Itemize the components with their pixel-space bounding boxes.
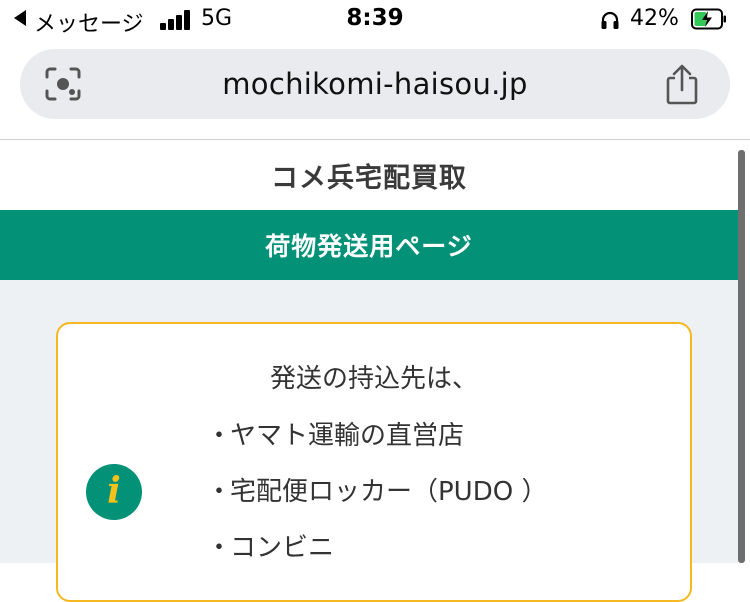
info-heading: 発送の持込先は、 bbox=[269, 364, 478, 394]
battery-percentage: 42% bbox=[630, 6, 679, 31]
site-header-title: コメ兵宅配買取 bbox=[0, 140, 738, 210]
list-item: ・宅配便ロッカー（PUDO ） bbox=[206, 477, 548, 507]
destination-list: ・ヤマト運輸の直営店 ・宅配便ロッカー（PUDO ） ・コンビニ bbox=[206, 416, 547, 584]
url-text[interactable]: mochikomi-haisou.jp bbox=[20, 67, 730, 101]
web-page: コメ兵宅配買取 荷物発送用ページ 発送の持込先は、 i ・ヤマト運輸の直営店 ・… bbox=[0, 140, 738, 602]
list-item: ・ヤマト運輸の直営店 bbox=[206, 421, 465, 451]
list-item: ・コンビニ bbox=[206, 533, 335, 563]
info-card: 発送の持込先は、 i ・ヤマト運輸の直営店 ・宅配便ロッカー（PUDO ） ・コ… bbox=[56, 322, 692, 602]
info-icon: i bbox=[86, 464, 142, 520]
headphones-icon bbox=[601, 11, 619, 29]
battery-charging-icon bbox=[691, 8, 726, 30]
page-banner-title: 荷物発送用ページ bbox=[0, 210, 738, 280]
share-icon[interactable] bbox=[664, 63, 700, 105]
status-bar: メッセージ 5G 8:39 42% bbox=[0, 0, 750, 40]
address-bar[interactable]: mochikomi-haisou.jp bbox=[20, 49, 730, 119]
scrollbar[interactable] bbox=[738, 150, 745, 563]
